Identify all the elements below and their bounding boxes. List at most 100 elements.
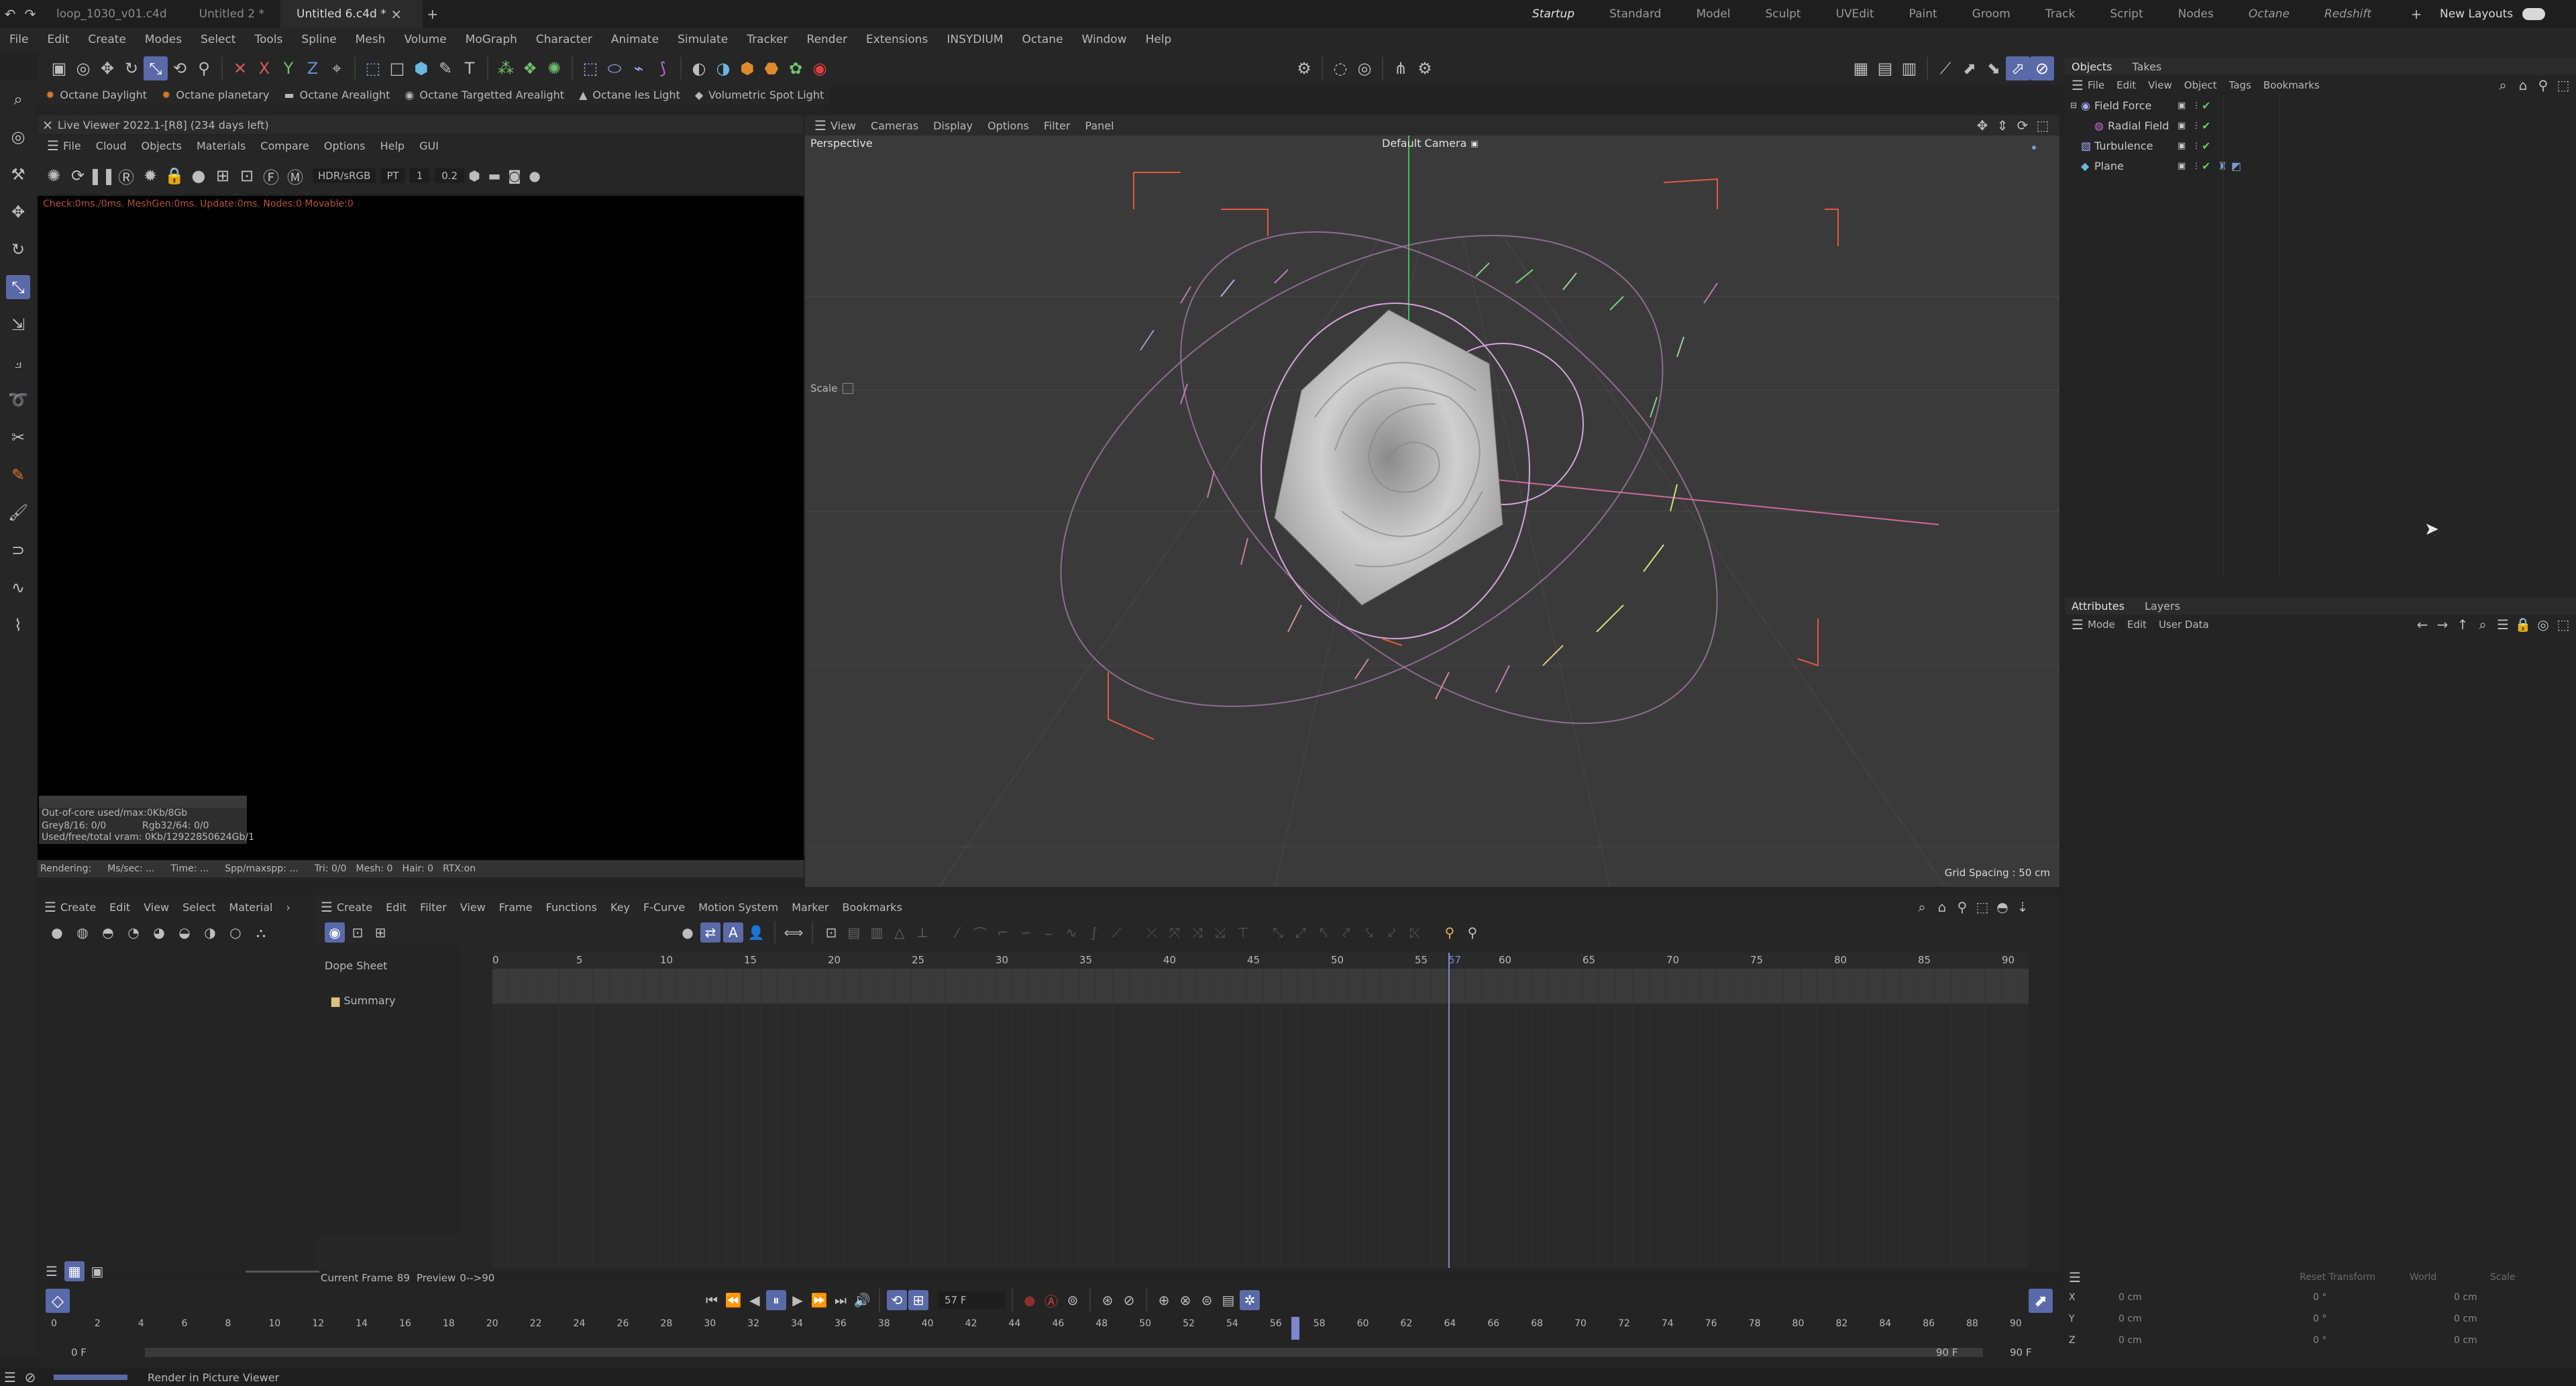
timeline-graph-icon[interactable]: ⬈ (2029, 1289, 2053, 1313)
tangent-3-icon[interactable]: ⤨ (1187, 922, 1208, 943)
collapse-icon[interactable]: ⊟ (2070, 101, 2081, 110)
fit-icon[interactable]: ⟺ (784, 922, 804, 943)
size-z-field[interactable]: 0 cm (2427, 1335, 2561, 1346)
lv-menu-options[interactable]: Options (324, 140, 366, 152)
interp-3-icon[interactable]: ⌐ (993, 922, 1013, 943)
bevel-icon[interactable]: ⟓ (6, 350, 30, 374)
menu-tools[interactable]: Tools (255, 33, 283, 46)
record-param-icon[interactable]: ⊗ (1175, 1290, 1195, 1310)
tab-objects[interactable]: Objects (2072, 60, 2112, 73)
mat-menu-select[interactable]: Select (182, 901, 215, 914)
attr-menu-edit[interactable]: Edit (2127, 619, 2147, 631)
marker-icon[interactable]: ⚲ (1440, 922, 1460, 943)
spline-tool-icon[interactable]: ∿ (6, 576, 30, 600)
auto-key-icon[interactable]: A (723, 922, 743, 943)
obj-menu-edit[interactable]: Edit (2116, 79, 2136, 91)
add-layout-icon[interactable]: + (2406, 4, 2426, 24)
tangent-5-icon[interactable]: ⊤ (1233, 922, 1253, 943)
menu-mesh[interactable]: Mesh (356, 33, 386, 46)
object-row-plane[interactable]: ◆ Plane ▣ ⋮ ✔ ♜ ◩ (2070, 156, 2576, 176)
loop-icon[interactable]: ⟲ (887, 1290, 907, 1310)
sculpt-icon[interactable]: ⌇ (6, 613, 30, 637)
forward-icon[interactable]: → (2432, 615, 2453, 635)
menu-select[interactable]: Select (201, 33, 235, 46)
kernel-select[interactable]: PT (381, 168, 405, 183)
tangent-4-icon[interactable]: ⤩ (1210, 922, 1230, 943)
filter-icon[interactable]: ⚲ (2533, 75, 2553, 95)
material-mix-icon[interactable]: ◕ (149, 922, 169, 943)
mat-menu-edit[interactable]: Edit (109, 901, 130, 914)
measure-icon[interactable]: ⬊ (1982, 56, 2006, 81)
next-key-icon[interactable]: ⏩ (809, 1290, 829, 1310)
target-icon[interactable]: ◎ (1352, 56, 1377, 81)
search-icon[interactable]: ⌕ (2473, 615, 2493, 635)
octane-icon[interactable]: ◑ (711, 56, 735, 81)
maximize-icon[interactable]: ⬚ (1972, 897, 1992, 917)
lv-send-scene-icon[interactable]: ✺ (42, 164, 66, 188)
back-icon[interactable]: ← (2412, 615, 2432, 635)
render-picture-icon[interactable]: ▤ (1873, 56, 1897, 81)
hamburger-icon[interactable]: ☰ (2065, 1267, 2085, 1287)
pause-button[interactable]: ⏸ (766, 1290, 786, 1310)
mat-menu-view[interactable]: View (144, 901, 169, 914)
brush-icon[interactable]: ⟋ (1933, 56, 1957, 81)
lv-lock-icon[interactable]: 🔒 (162, 164, 186, 188)
sound-icon[interactable]: 🔊 (852, 1290, 872, 1310)
lv-film-icon[interactable]: ▬ (484, 166, 504, 186)
spline-icon[interactable]: ⌁ (627, 56, 651, 81)
playhead[interactable] (1448, 953, 1450, 1268)
extrude-icon[interactable]: ⇲ (6, 313, 30, 337)
hamburger-icon[interactable]: ☰ (317, 897, 337, 917)
material-tag-icon[interactable]: ◩ (2231, 160, 2241, 172)
menu-window[interactable]: Window (1082, 33, 1127, 46)
tl-menu-fcurve[interactable]: F-Curve (643, 901, 685, 914)
lv-pause-icon[interactable]: ❚❚ (89, 164, 115, 188)
scale-mode-select[interactable]: Scale (2490, 1272, 2516, 1283)
menu-render[interactable]: Render (807, 33, 848, 46)
lv-material-icon[interactable]: Ⓜ (283, 164, 307, 188)
break-7-icon[interactable]: ⤪ (1405, 922, 1425, 943)
layout-model[interactable]: Model (1696, 7, 1730, 21)
current-frame-field[interactable]: 57 F (938, 1291, 1005, 1309)
close-tab-icon[interactable]: × (386, 4, 407, 24)
lv-menu-materials[interactable]: Materials (197, 140, 246, 152)
vp-menu-filter[interactable]: Filter (1044, 119, 1071, 132)
snap-settings-icon[interactable]: ⋔ (1389, 56, 1413, 81)
menu-insydium[interactable]: INSYDIUM (947, 33, 1003, 46)
search-icon[interactable]: ⌕ (6, 87, 30, 111)
lv-menu-objects[interactable]: Objects (141, 140, 181, 152)
doc-tab-2[interactable]: Untitled 2 * (183, 0, 280, 28)
menu-help[interactable]: Help (1146, 33, 1172, 46)
field-icon[interactable]: ⬭ (602, 56, 627, 81)
size-x-field[interactable]: 0 cm (2427, 1292, 2561, 1303)
record-rotation-icon[interactable]: ⊘ (1119, 1290, 1139, 1310)
layout-octane[interactable]: Octane (2249, 7, 2290, 21)
dope-sheet-tracks[interactable]: 0 5 10 15 20 25 30 35 40 45 50 55 57 60 65 70 75 80 85 90 (492, 953, 2029, 1268)
enabled-check-icon[interactable]: ✔ (2202, 119, 2210, 132)
tl-menu-edit[interactable]: Edit (386, 901, 407, 914)
undo-icon[interactable]: ↶ (0, 4, 20, 24)
chevron-right-icon[interactable]: › (286, 901, 290, 914)
vp-menu-cameras[interactable]: Cameras (871, 119, 918, 132)
move-icon[interactable]: ✥ (95, 56, 119, 81)
volumetric-spot-light-button[interactable]: Volumetric Spot Light (708, 89, 824, 101)
scale-tool-options-icon[interactable] (843, 383, 854, 394)
polygon-pen-icon[interactable]: ⚒ (6, 162, 30, 186)
start-frame-field[interactable]: 0 F (71, 1346, 125, 1358)
break-2-icon[interactable]: ⤢ (1291, 922, 1311, 943)
add-marker-icon[interactable]: ⚲ (1462, 922, 1483, 943)
axis-y-icon[interactable]: Y (276, 56, 301, 81)
tab-takes[interactable]: Takes (2132, 60, 2161, 73)
pin-icon[interactable]: ⇣ (2012, 897, 2033, 917)
lv-sphere-icon[interactable]: ● (186, 164, 211, 188)
interp-4-icon[interactable]: ∽ (1016, 922, 1036, 943)
lv-hex-icon[interactable]: ⬢ (464, 166, 484, 186)
knife-icon[interactable]: ⬈ (1957, 56, 1982, 81)
camera-label[interactable]: Default Camera (1382, 137, 1466, 150)
menu-octane[interactable]: Octane (1022, 33, 1063, 46)
range-slider[interactable] (145, 1348, 1983, 1357)
menu-create[interactable]: Create (88, 33, 126, 46)
live-viewer-render-area[interactable]: Check:0ms./0ms. MeshGen:0ms. Update:0ms.… (38, 196, 804, 867)
doc-tab-3[interactable]: Untitled 6.c4d * × (280, 0, 423, 28)
summary-row[interactable]: ▆ Summary (331, 994, 396, 1007)
